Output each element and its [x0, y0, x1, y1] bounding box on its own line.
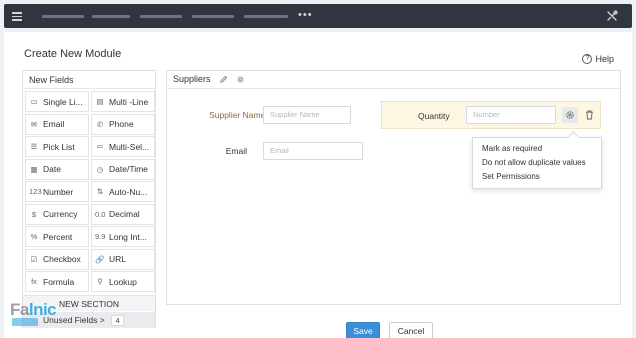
page-content: Create New Module ? Help New Fields ▭ Sin… — [4, 32, 632, 338]
menu-item-mark-required[interactable]: Mark as required — [473, 142, 601, 156]
field-type-label: Number — [43, 186, 74, 197]
field-type-grid: ▭ Single Li... ▤ Multi -Line ✉ Email ✆ Phone ☰ Pi… — [23, 89, 155, 294]
field-type-label: Percent — [43, 231, 73, 242]
chevron-right-icon: > — [99, 315, 105, 325]
tools-icon[interactable] — [606, 10, 618, 22]
field-type-multi-line[interactable]: ▤ Multi -Line — [91, 91, 155, 112]
currency-icon: $ — [31, 209, 37, 219]
auto-number-icon: ⇅ — [96, 187, 104, 196]
field-type-label: Decimal — [109, 209, 140, 219]
field-type-label: URL — [109, 254, 127, 264]
field-type-url[interactable]: 🔗 URL — [91, 248, 155, 270]
email-input[interactable]: Email — [263, 142, 363, 160]
section-header: Suppliers — [167, 71, 251, 88]
quantity-input[interactable]: Number — [466, 106, 556, 124]
lookup-icon: ⚲ — [97, 277, 103, 286]
multi-select-icon: ≔ — [96, 142, 104, 151]
field-type-decimal[interactable]: 0.0 Decimal — [91, 203, 155, 225]
field-type-label: Multi -Line — [109, 96, 149, 107]
field-type-label: Auto-Nu... — [109, 186, 148, 197]
date-icon: ▦ — [30, 164, 38, 174]
supplier-name-input[interactable]: Supplier Name — [263, 106, 351, 124]
nav-item-3[interactable] — [140, 15, 182, 18]
nav-item-4[interactable] — [192, 15, 234, 18]
quantity-field-row[interactable]: Quantity Number — [381, 101, 601, 129]
field-type-date[interactable]: ▦ Date — [25, 158, 89, 180]
field-type-label: Currency — [43, 209, 78, 219]
field-type-label: Email — [43, 119, 65, 129]
field-type-formula[interactable]: fx Formula — [25, 271, 89, 292]
help-icon: ? — [582, 54, 593, 64]
field-type-label: Long Int... — [109, 231, 147, 242]
supplier-name-label: Supplier Name * — [183, 110, 271, 120]
help-link[interactable]: ? Help — [582, 54, 614, 64]
new-fields-panel: New Fields ▭ Single Li... ▤ Multi -Line ✉ Ema… — [22, 70, 156, 328]
settings-icon[interactable] — [236, 75, 245, 84]
section-name[interactable]: Suppliers — [173, 71, 211, 88]
menu-item-no-duplicates[interactable]: Do not allow duplicate values — [473, 156, 601, 170]
field-type-label: Checkbox — [43, 254, 81, 264]
checkbox-icon: ☑ — [30, 254, 38, 264]
field-type-label: Pick List — [43, 141, 75, 152]
top-navigation-bar: ••• — [4, 4, 632, 28]
field-type-pick-list[interactable]: ☰ Pick List — [25, 136, 89, 157]
field-type-multi-select[interactable]: ≔ Multi-Sel... — [91, 136, 155, 157]
number-icon: 123 — [29, 187, 42, 196]
unused-fields-count: 4 — [111, 315, 125, 326]
menu-item-set-permissions[interactable]: Set Permissions — [473, 170, 601, 184]
edit-icon[interactable] — [219, 75, 228, 84]
watermark-part-1: Fa — [10, 300, 29, 319]
field-type-label: Formula — [43, 276, 75, 287]
layout-canvas: Suppliers Supplier Name * Supplier Name … — [166, 70, 621, 305]
quantity-label: Quantity — [418, 111, 450, 121]
field-type-label: Lookup — [109, 276, 137, 287]
field-type-checkbox[interactable]: ☑ Checkbox — [25, 248, 89, 270]
field-type-label: Date/Time — [109, 164, 148, 174]
multi-line-icon: ▤ — [96, 97, 104, 106]
field-settings-gear-icon[interactable] — [562, 107, 578, 123]
percent-icon: % — [30, 232, 38, 241]
field-type-single-line[interactable]: ▭ Single Li... — [25, 91, 89, 112]
hamburger-menu-icon[interactable] — [12, 12, 22, 21]
field-type-label: Date — [43, 164, 61, 174]
field-type-label: Phone — [109, 119, 134, 129]
help-label: Help — [595, 54, 614, 64]
field-type-percent[interactable]: % Percent — [25, 226, 89, 247]
long-integer-icon: 9.9 — [95, 232, 106, 241]
watermark-tagline — [12, 318, 38, 326]
email-icon: ✉ — [30, 119, 38, 129]
field-type-long-integer[interactable]: 9.9 Long Int... — [91, 226, 155, 247]
field-type-label: Single Li... — [43, 96, 83, 107]
nav-item-2[interactable] — [92, 15, 130, 18]
field-type-email[interactable]: ✉ Email — [25, 113, 89, 135]
nav-item-1[interactable] — [42, 15, 84, 18]
field-settings-menu: Mark as required Do not allow duplicate … — [472, 137, 602, 189]
field-type-phone[interactable]: ✆ Phone — [91, 113, 155, 135]
phone-icon: ✆ — [96, 119, 104, 129]
field-type-currency[interactable]: $ Currency — [25, 203, 89, 225]
nav-item-5[interactable] — [244, 15, 288, 18]
field-type-auto-number[interactable]: ⇅ Auto-Nu... — [91, 181, 155, 202]
email-label: Email — [225, 146, 247, 156]
pick-list-icon: ☰ — [30, 142, 38, 151]
field-type-lookup[interactable]: ⚲ Lookup — [91, 271, 155, 292]
cancel-button[interactable]: Cancel — [389, 322, 433, 338]
field-type-number[interactable]: 123 Number — [25, 181, 89, 202]
field-type-label: Multi-Sel... — [109, 141, 150, 152]
field-type-date-time[interactable]: ◷ Date/Time — [91, 158, 155, 180]
save-button[interactable]: Save — [346, 322, 380, 338]
watermark-logo: Falnic — [10, 300, 70, 330]
decimal-icon: 0.0 — [95, 209, 106, 219]
supplier-name-text: Supplier Name — [209, 110, 266, 120]
new-fields-header: New Fields — [23, 71, 155, 89]
section-divider — [167, 88, 620, 89]
url-icon: 🔗 — [95, 254, 105, 264]
single-line-icon: ▭ — [30, 97, 38, 106]
more-menu-icon[interactable]: ••• — [298, 9, 313, 21]
watermark-part-2: lnic — [28, 300, 57, 319]
page-title: Create New Module — [24, 48, 122, 60]
formula-icon: fx — [31, 277, 37, 286]
trash-icon[interactable] — [581, 107, 597, 123]
date-time-icon: ◷ — [96, 164, 104, 174]
